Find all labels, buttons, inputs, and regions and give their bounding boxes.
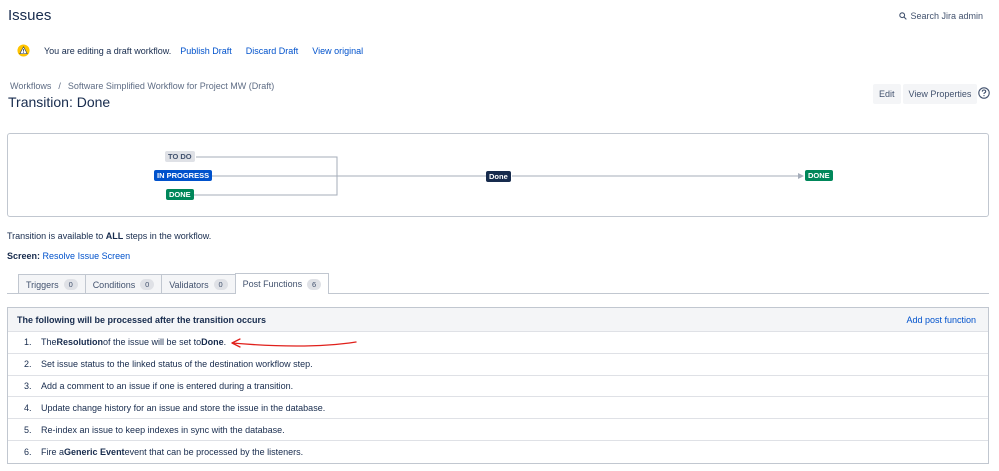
tab-count: 0 [140, 279, 155, 290]
breadcrumb: Workflows / Software Simplified Workflow f… [10, 81, 274, 91]
avail-suffix: steps in the workflow. [123, 231, 212, 241]
item-number: 3. [24, 380, 32, 391]
view-original-link[interactable]: View original [312, 46, 363, 56]
item-number: 6. [24, 446, 32, 457]
tabs-divider [7, 293, 989, 294]
item-text-part: . [223, 337, 227, 348]
tab-conditions[interactable]: Conditions 0 [84, 274, 163, 294]
page-title: Transition: Done [8, 94, 111, 110]
search-admin-link[interactable]: Search Jira admin [899, 11, 983, 21]
list-item: 5. Re-index an issue to keep indexes in … [8, 419, 988, 441]
avail-bold: ALL [105, 231, 124, 241]
breadcrumb-separator: / [58, 81, 61, 91]
tab-label: Post Functions [242, 279, 303, 289]
tab-validators[interactable]: Validators 0 [161, 274, 236, 294]
search-label: Search Jira admin [910, 11, 983, 21]
item-text-part: The [41, 337, 57, 348]
item-text: Update change history for an issue and s… [41, 402, 326, 413]
tab-label: Conditions [92, 279, 136, 290]
action-buttons: Edit View Properties [873, 84, 978, 104]
item-text: Add a comment to an issue if one is ente… [41, 380, 294, 391]
item-text: Re-index an issue to keep indexes in syn… [41, 424, 285, 435]
tab-label: Validators [169, 279, 209, 290]
list-item: 3. Add a comment to an issue if one is e… [8, 376, 988, 398]
status-done-target: DONE [805, 170, 833, 181]
tab-label: Triggers [26, 279, 59, 290]
draft-warning-bar: You are editing a draft workflow. Publis… [17, 44, 377, 57]
item-text-bold: Generic Event [64, 446, 125, 457]
item-text-part: event that can be processed by the liste… [124, 446, 304, 457]
list-item: 4. Update change history for an issue an… [8, 397, 988, 420]
tab-post-functions[interactable]: Post Functions 6 [234, 273, 330, 294]
add-post-function-link[interactable]: Add post function [906, 315, 976, 325]
search-icon [899, 12, 908, 20]
list-item: 1. The Resolution of the issue will be s… [8, 332, 988, 354]
help-icon[interactable] [978, 87, 990, 99]
item-text-bold: Resolution [56, 337, 104, 348]
tab-count: 6 [307, 278, 322, 290]
screen-info: Screen: Resolve Issue Screen [7, 251, 130, 261]
post-functions-heading: The following will be processed after th… [17, 314, 267, 325]
status-in-progress: IN PROGRESS [154, 170, 213, 181]
draft-message: You are editing a draft workflow. [44, 45, 172, 56]
tab-triggers[interactable]: Triggers 0 [18, 274, 86, 294]
item-number: 2. [24, 359, 32, 370]
item-text-part: Fire a [41, 446, 65, 457]
tab-count: 0 [213, 279, 228, 290]
workflow-diagram: TO DO IN PROGRESS DONE Done DONE [7, 133, 989, 217]
warning-icon [17, 44, 30, 57]
publish-draft-link[interactable]: Publish Draft [180, 46, 232, 56]
screen-label: Screen: [7, 251, 41, 261]
transition-label: Done [486, 171, 511, 182]
status-todo: TO DO [165, 151, 195, 162]
breadcrumb-current[interactable]: Software Simplified Workflow for Project… [68, 81, 274, 91]
list-item: 2. Set issue status to the linked status… [8, 354, 988, 376]
tab-count: 0 [63, 279, 78, 290]
screen-link[interactable]: Resolve Issue Screen [43, 251, 131, 261]
view-properties-button[interactable]: View Properties [902, 84, 978, 104]
avail-prefix: Transition is available to [7, 231, 106, 241]
transition-tabs: Triggers 0 Conditions 0 Validators 0 Post F… [18, 273, 330, 294]
item-number: 5. [24, 424, 32, 435]
post-functions-header: The following will be processed after th… [8, 308, 988, 332]
page-header-title: Issues [8, 7, 52, 24]
discard-draft-link[interactable]: Discard Draft [246, 46, 299, 56]
breadcrumb-workflows[interactable]: Workflows [10, 81, 51, 91]
edit-button[interactable]: Edit [873, 84, 901, 104]
item-text: Set issue status to the linked status of… [41, 359, 313, 370]
post-functions-table: The following will be processed after th… [7, 307, 989, 464]
list-item: 6. Fire a Generic Event event that can b… [8, 441, 988, 463]
item-text-part: of the issue will be set to [103, 337, 202, 348]
transition-availability: Transition is available to ALL steps in … [7, 231, 211, 241]
item-number: 4. [24, 402, 32, 413]
item-number: 1. [24, 337, 32, 348]
item-text-bold: Done [201, 337, 224, 348]
status-done-source: DONE [166, 189, 194, 200]
